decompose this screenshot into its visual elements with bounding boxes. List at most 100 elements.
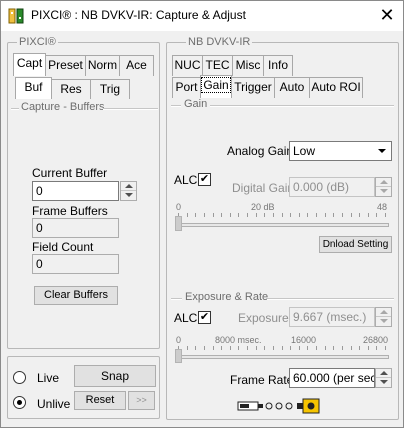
tab-misc[interactable]: Misc [232,55,264,76]
tab-capt[interactable]: Capt [13,53,46,76]
slider-tick [290,213,291,217]
tab-preset[interactable]: Preset [45,55,86,76]
window-title: PIXCI® : NB DVKV-IR: Capture & Adjust [31,8,246,22]
gain-scale-min: 0 [176,202,182,212]
slider-tick [351,213,352,217]
tab-nuc[interactable]: NUC [172,55,203,76]
tab-tec[interactable]: TEC [202,55,233,76]
tab-info[interactable]: Info [263,55,293,76]
slider-tick [342,213,343,217]
slider-tick [187,346,188,350]
analog-gain-select[interactable]: Low [289,141,392,161]
exposure-scale-min: 0 [176,335,182,345]
gain-slider-ticks [178,213,386,217]
slider-tick [290,346,291,350]
tab-ace[interactable]: Ace [119,55,154,76]
slider-tick [325,346,326,350]
subtab-trig[interactable]: Trig [90,79,130,99]
exposure-alc-label: ALC [174,311,198,325]
exposure-slider-track[interactable] [175,355,389,359]
exposure-header: Exposure & Rate [185,291,269,303]
subtab-res[interactable]: Res [51,79,91,99]
exposure-input[interactable]: 9.667 (msec.) [289,307,375,327]
capture-buffers-divider [103,108,158,110]
slider-tick [247,346,248,350]
slider-tick [359,346,360,350]
slider-tick [307,213,308,217]
frame-rate-input[interactable]: 60.000 (per sec. [289,368,375,388]
slider-tick [307,346,308,350]
chevron-down-icon[interactable] [378,149,386,153]
capture-adjust-window: PIXCI® : NB DVKV-IR: Capture & Adjust ✕ … [0,0,404,428]
gain-scale-max: 48 [377,202,388,212]
spin-up-icon[interactable] [380,371,388,375]
reset-button[interactable]: Reset [74,391,126,410]
slider-tick [299,346,300,350]
slider-tick [238,346,239,350]
check-icon: ✔ [199,173,210,185]
slider-tick [221,346,222,350]
spin-up-icon[interactable] [125,184,133,188]
slider-tick [359,213,360,217]
snap-button[interactable]: Snap [74,365,156,387]
slider-tick [325,213,326,217]
slider-tick [316,213,317,217]
frame-rate-spinner[interactable] [375,368,392,388]
gain-divider-left [171,105,181,107]
tab-auto[interactable]: Auto [274,77,310,98]
exposure-alc-checkbox[interactable]: ✔ [198,311,211,324]
exposure-scale-mid1: 8000 msec. [215,335,262,345]
slider-tick [376,346,377,350]
slider-tick [213,346,214,350]
title-bar[interactable]: PIXCI® : NB DVKV-IR: Capture & Adjust ✕ [1,1,403,31]
exposure-divider [267,298,394,300]
spin-down-icon[interactable] [380,319,388,323]
gain-divider [210,105,394,107]
spin-down-icon[interactable] [380,189,388,193]
camera-connection-icon [237,398,320,414]
exposure-slider-thumb[interactable] [175,349,182,363]
tab-norm[interactable]: Norm [85,55,120,76]
tab-trigger[interactable]: Trigger [231,77,275,98]
gain-slider-thumb[interactable] [175,216,182,231]
exposure-spinner[interactable] [375,307,392,327]
slider-tick [195,346,196,350]
spin-down-icon[interactable] [125,193,133,197]
digital-gain-input[interactable]: 0.000 (dB) [289,177,375,197]
slider-tick [204,346,205,350]
gain-slider-track[interactable] [175,223,389,227]
slider-tick [187,213,188,217]
slider-tick [273,213,274,217]
dnload-setting-button[interactable]: Dnload Setting [319,236,392,253]
close-icon[interactable]: ✕ [373,3,401,29]
slider-tick [299,213,300,217]
slider-tick [195,213,196,217]
slider-tick [264,346,265,350]
spin-up-icon[interactable] [380,310,388,314]
slider-tick [351,346,352,350]
more-button[interactable]: >> [128,391,155,410]
clear-buffers-button[interactable]: Clear Buffers [34,286,118,305]
gain-alc-checkbox[interactable]: ✔ [198,173,211,186]
exposure-divider-left [171,298,182,300]
spin-up-icon[interactable] [380,180,388,184]
slider-tick [282,346,283,350]
digital-gain-spinner[interactable] [375,177,392,197]
slider-tick [333,213,334,217]
slider-tick [247,213,248,217]
spin-down-icon[interactable] [380,380,388,384]
capture-buffers-header: Capture - Buffers [21,101,105,113]
tab-port[interactable]: Port [172,77,201,98]
tab-gain[interactable]: Gain [200,75,232,98]
subtab-buf[interactable]: Buf [15,77,52,99]
slider-tick [256,346,257,350]
current-buffer-input[interactable]: 0 [32,181,119,201]
unlive-radio[interactable] [13,396,26,409]
capture-buffers-divider-left [11,108,19,110]
slider-tick [282,213,283,217]
current-buffer-spinner[interactable] [120,181,137,201]
live-label: Live [37,371,60,385]
tab-auto-roi[interactable]: Auto ROI [309,77,363,98]
live-radio[interactable] [13,371,26,384]
field-count-label: Field Count [32,240,94,254]
